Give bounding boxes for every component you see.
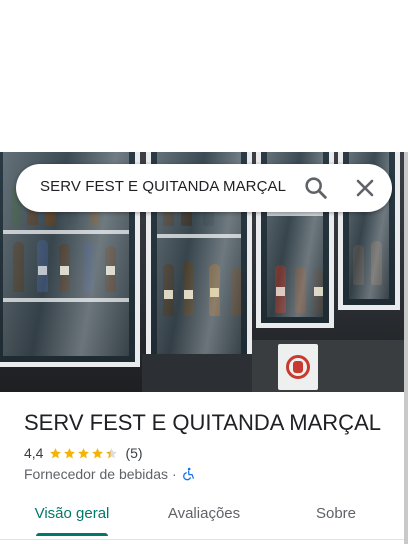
place-category[interactable]: Fornecedor de bebidas — [24, 466, 168, 482]
rating-row[interactable]: 4,4 (5) — [24, 444, 143, 462]
tab-about[interactable]: Sobre — [296, 496, 376, 532]
rating-value: 4,4 — [24, 445, 44, 461]
star-icon — [50, 447, 62, 458]
tab-reviews[interactable]: Avaliações — [150, 496, 258, 532]
star-icon — [78, 447, 90, 458]
star-rating — [49, 447, 119, 460]
close-icon[interactable] — [351, 174, 379, 202]
wheelchair-accessible-icon — [182, 467, 194, 481]
star-icon — [64, 447, 76, 458]
tab-overview[interactable]: Visão geral — [22, 496, 122, 532]
search-icon[interactable] — [302, 174, 330, 202]
review-count[interactable]: (5) — [125, 445, 142, 461]
search-box[interactable]: SERV FEST E QUITANDA MARÇAL — [16, 164, 392, 212]
star-icon — [92, 447, 104, 458]
place-title: SERV FEST E QUITANDA MARÇAL — [24, 410, 381, 435]
active-tab-indicator — [36, 533, 108, 536]
stop-hand-sign — [278, 344, 318, 390]
search-input[interactable]: SERV FEST E QUITANDA MARÇAL — [40, 178, 286, 195]
star-icon — [106, 447, 118, 458]
place-page: SERV FEST E QUITANDA MARÇAL SERV FEST E … — [0, 0, 408, 544]
separator: · — [172, 466, 177, 482]
category-row: Fornecedor de bebidas · — [24, 465, 195, 483]
scrollbar[interactable] — [404, 152, 408, 544]
